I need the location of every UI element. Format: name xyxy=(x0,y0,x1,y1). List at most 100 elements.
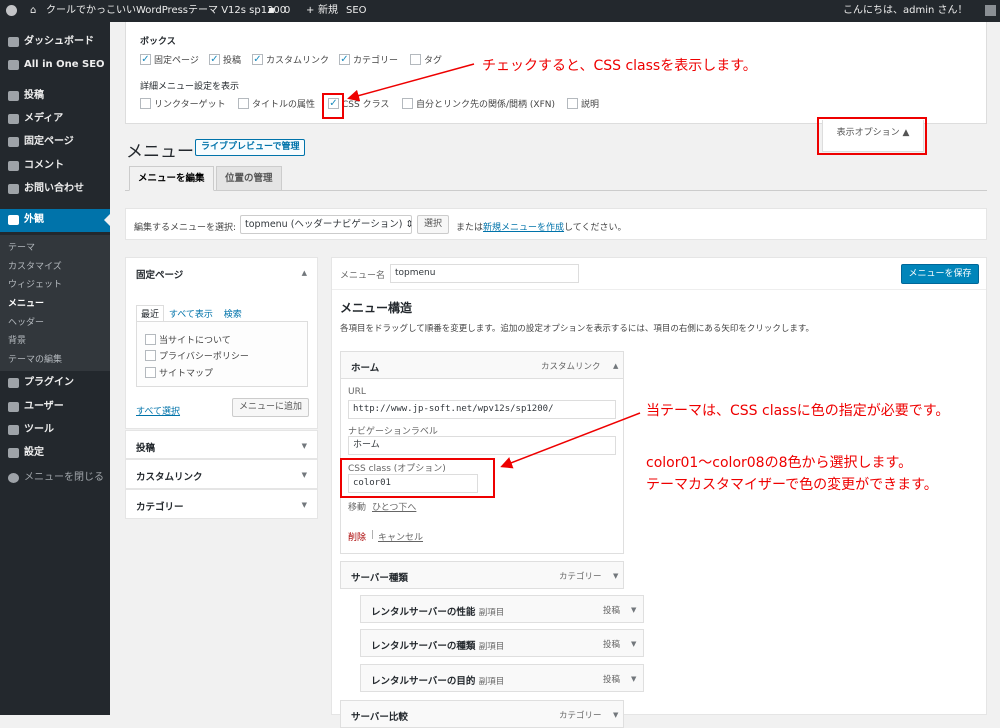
plus-icon[interactable]: + xyxy=(306,0,314,22)
submenu-theme-editor[interactable]: テーマの編集 xyxy=(8,352,62,365)
sidebar-item-appearance[interactable]: 外観 xyxy=(0,209,110,232)
sidebar-item-seo[interactable]: All in One SEO xyxy=(0,54,110,76)
adv-option-link-target[interactable]: リンクターゲット xyxy=(140,98,226,111)
wordpress-logo-icon[interactable] xyxy=(6,0,17,22)
expand-arrow-icon[interactable]: ▼ xyxy=(613,572,618,580)
checkbox[interactable] xyxy=(145,334,156,345)
box-option-custom-links[interactable]: ✓ カスタムリンク xyxy=(252,54,329,67)
expand-arrow-icon[interactable]: ▼ xyxy=(302,471,307,479)
expand-arrow-icon[interactable]: ▼ xyxy=(631,675,636,683)
account-greeting[interactable]: こんにちは、admin さん！ xyxy=(843,0,968,22)
collapse-arrow-icon[interactable]: ▲ xyxy=(613,362,618,370)
checkbox[interactable]: ✓ xyxy=(339,54,350,65)
seo-link[interactable]: SEO xyxy=(346,0,367,22)
sidebar-item-dashboard[interactable]: ダッシュボード xyxy=(0,31,110,53)
sidebar-item-settings[interactable]: 設定 xyxy=(0,442,110,464)
add-to-menu-button[interactable]: メニューに追加 xyxy=(232,398,310,417)
expand-arrow-icon[interactable]: ▼ xyxy=(631,606,636,614)
nav-label-input[interactable]: ホーム xyxy=(348,436,616,455)
move-down-link[interactable]: ひとつ下へ xyxy=(372,500,416,513)
page-title: メニュー xyxy=(126,142,194,162)
tab-edit-menus[interactable]: メニューを編集 xyxy=(129,166,214,191)
menu-item-server-purpose[interactable]: レンタルサーバーの目的 副項目 投稿 ▼ xyxy=(360,664,644,692)
menu-item-server-types[interactable]: サーバー種類 カテゴリー ▼ xyxy=(340,561,624,589)
checkbox[interactable] xyxy=(402,98,413,109)
create-menu-link[interactable]: 新規メニューを作成 xyxy=(483,223,564,233)
menu-item-type: 投稿 xyxy=(603,675,621,685)
site-name-link[interactable]: クールでかっこいいWordPressテーマ V12s sp1200 xyxy=(46,0,286,22)
submenu-customize[interactable]: カスタマイズ xyxy=(8,259,62,272)
sidebar-item-comments[interactable]: コメント xyxy=(0,155,110,177)
custom-links-box[interactable]: カスタムリンク ▼ xyxy=(125,459,318,489)
sidebar-item-users[interactable]: ユーザー xyxy=(0,396,110,418)
pages-checklist: 当サイトについて プライバシーポリシー サイトマップ xyxy=(136,321,308,387)
collapse-menu-button[interactable]: メニューを閉じる xyxy=(0,467,110,489)
comments-count[interactable]: 0 xyxy=(284,0,290,22)
checkbox[interactable] xyxy=(140,98,151,109)
adv-option-title-attr[interactable]: タイトルの属性 xyxy=(238,98,315,111)
expand-arrow-icon[interactable]: ▼ xyxy=(613,711,618,719)
expand-arrow-icon[interactable]: ▼ xyxy=(631,640,636,648)
page-option-about[interactable]: 当サイトについて xyxy=(145,334,231,347)
page-option-sitemap[interactable]: サイトマップ xyxy=(145,367,213,380)
box-option-pages[interactable]: ✓ 固定ページ xyxy=(140,54,199,67)
box-option-categories[interactable]: ✓ カテゴリー xyxy=(339,54,398,67)
sidebar-item-tools[interactable]: ツール xyxy=(0,419,110,441)
adv-option-xfn[interactable]: 自分とリンク先の関係/間柄 (XFN) xyxy=(402,98,555,111)
advanced-heading: 詳細メニュー設定を表示 xyxy=(140,82,240,92)
menu-item-server-performance[interactable]: レンタルサーバーの性能 副項目 投稿 ▼ xyxy=(360,595,644,623)
checkbox[interactable] xyxy=(145,350,156,361)
tab-search[interactable]: 検索 xyxy=(224,310,242,320)
categories-box[interactable]: カテゴリー ▼ xyxy=(125,489,318,519)
box-option-posts[interactable]: ✓ 投稿 xyxy=(209,54,241,67)
adv-option-description[interactable]: 説明 xyxy=(567,98,599,111)
boxes-heading: ボックス xyxy=(140,37,176,47)
tab-manage-locations[interactable]: 位置の管理 xyxy=(216,166,282,191)
delete-link[interactable]: 削除 xyxy=(348,530,366,543)
checkbox[interactable]: ✓ xyxy=(209,54,220,65)
tab-recent[interactable]: 最近 xyxy=(136,305,165,322)
new-link[interactable]: 新規 xyxy=(318,0,338,22)
comment-icon[interactable]: ▪ xyxy=(268,0,275,22)
pages-box-title[interactable]: 固定ページ xyxy=(136,267,183,281)
sidebar-item-media[interactable]: メディア xyxy=(0,108,110,130)
menu-name-input[interactable]: topmenu xyxy=(390,264,579,283)
posts-box[interactable]: 投稿 ▼ xyxy=(125,430,318,459)
checkbox[interactable] xyxy=(238,98,249,109)
brush-icon xyxy=(8,215,19,225)
avatar[interactable] xyxy=(985,5,996,16)
cancel-link[interactable]: キャンセル xyxy=(378,530,423,543)
collapse-arrow-icon[interactable]: ▲ xyxy=(302,269,307,277)
menu-item-home[interactable]: ホーム カスタムリンク ▲ xyxy=(340,351,624,379)
sidebar-item-pages[interactable]: 固定ページ xyxy=(0,131,110,153)
box-option-tags[interactable]: タグ xyxy=(410,54,442,67)
expand-arrow-icon[interactable]: ▼ xyxy=(302,442,307,450)
submenu-background[interactable]: 背景 xyxy=(8,333,26,346)
menu-item-server-kinds[interactable]: レンタルサーバーの種類 副項目 投稿 ▼ xyxy=(360,629,644,657)
home-icon[interactable]: ⌂ xyxy=(30,0,36,22)
menu-select-dropdown[interactable]: topmenu (ヘッダーナビゲーション) ⇕ xyxy=(240,215,413,234)
submenu-widgets[interactable]: ウィジェット xyxy=(8,277,62,290)
checkbox[interactable] xyxy=(145,367,156,378)
expand-arrow-icon[interactable]: ▼ xyxy=(302,501,307,509)
tab-view-all[interactable]: すべて表示 xyxy=(169,310,213,320)
save-menu-button[interactable]: メニューを保存 xyxy=(901,264,979,284)
live-preview-button[interactable]: ライブプレビューで管理 xyxy=(195,139,306,156)
custom-links-box-title: カスタムリンク xyxy=(136,472,203,483)
submenu-themes[interactable]: テーマ xyxy=(8,240,35,253)
checkbox[interactable] xyxy=(567,98,578,109)
menu-item-title: レンタルサーバーの目的 副項目 xyxy=(371,676,505,687)
select-button[interactable]: 選択 xyxy=(417,215,450,234)
checkbox[interactable]: ✓ xyxy=(252,54,263,65)
page-option-privacy[interactable]: プライバシーポリシー xyxy=(145,350,249,363)
select-all-link[interactable]: すべて選択 xyxy=(136,404,180,417)
checkbox[interactable] xyxy=(410,54,421,65)
checkbox[interactable]: ✓ xyxy=(140,54,151,65)
url-input[interactable]: http://www.jp-soft.net/wpv12s/sp1200/ xyxy=(348,400,616,419)
submenu-header[interactable]: ヘッダー xyxy=(8,315,44,328)
submenu-menus[interactable]: メニュー xyxy=(8,296,44,309)
sidebar-item-contact[interactable]: お問い合わせ xyxy=(0,178,110,200)
sidebar-item-posts[interactable]: 投稿 xyxy=(0,85,110,107)
menu-item-server-comparison[interactable]: サーバー比較 カテゴリー ▼ xyxy=(340,700,624,728)
sidebar-item-plugins[interactable]: プラグイン xyxy=(0,372,110,394)
